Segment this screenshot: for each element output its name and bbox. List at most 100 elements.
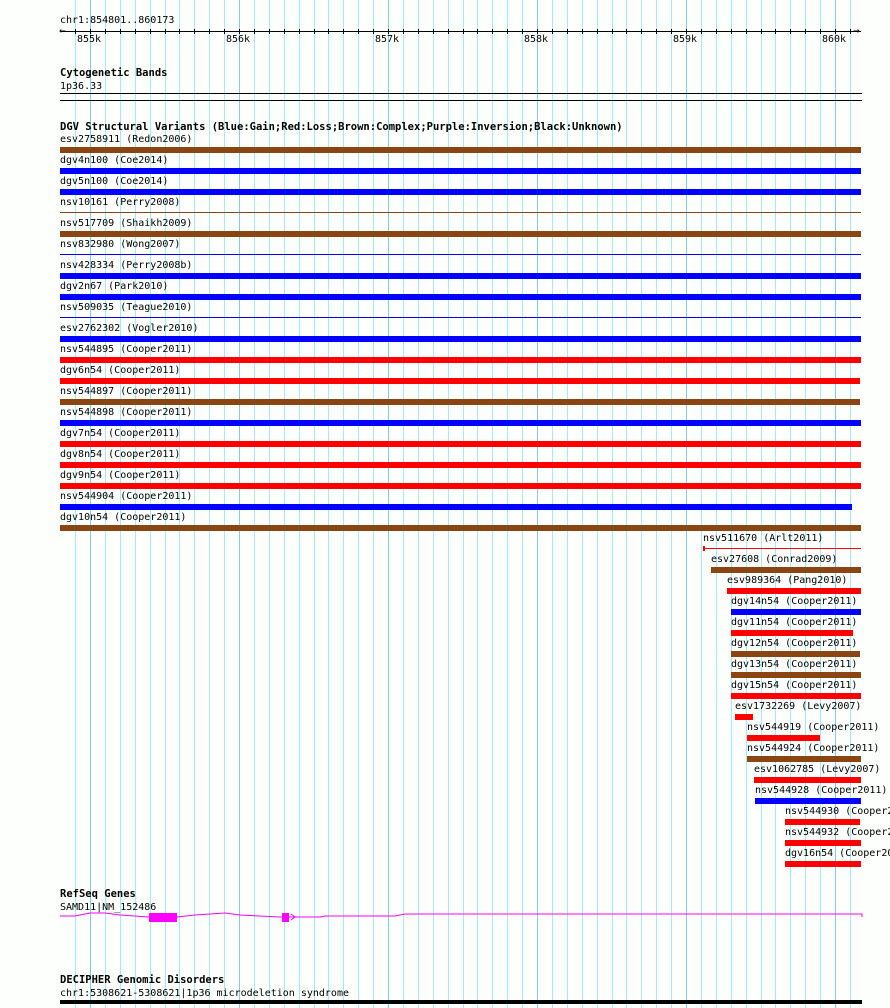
variant-label[interactable]: nsv428334 (Perry2008b) (60, 260, 192, 271)
variant-label[interactable]: nsv544919 (Cooper2011) (747, 722, 879, 733)
ruler-tick (612, 29, 613, 34)
variant-label[interactable]: dgv10n54 (Cooper2011) (60, 512, 186, 523)
ruler-tick (641, 29, 642, 34)
ruler-tick (448, 29, 449, 34)
gene-model[interactable] (0, 905, 890, 930)
ruler-tick (105, 29, 106, 34)
variant-bar[interactable] (60, 420, 861, 426)
ruler-tick (135, 29, 136, 34)
variant-bar[interactable] (60, 462, 861, 468)
variant-label[interactable]: esv27608 (Conrad2009) (711, 554, 837, 565)
variant-bar[interactable] (60, 189, 861, 195)
ruler-tick (477, 29, 478, 34)
variant-label[interactable]: esv1732269 (Levy2007) (735, 701, 861, 712)
variant-label[interactable]: nsv544897 (Cooper2011) (60, 386, 192, 397)
ruler-tick (179, 29, 180, 34)
variant-label[interactable]: nsv517709 (Shaikh2009) (60, 218, 192, 229)
variant-bar[interactable] (735, 714, 753, 720)
band-line[interactable] (60, 93, 862, 94)
variant-label[interactable]: nsv511670 (Arlt2011) (703, 533, 823, 544)
variant-label[interactable]: dgv13n54 (Cooper2011) (731, 659, 857, 670)
variant-bar[interactable] (731, 630, 853, 636)
variant-bar[interactable] (703, 548, 861, 549)
variant-bar[interactable] (60, 483, 861, 489)
variant-label[interactable]: dgv8n54 (Cooper2011) (60, 449, 180, 460)
variant-bar[interactable] (60, 273, 861, 279)
variant-bar[interactable] (754, 777, 861, 783)
variant-bar[interactable] (60, 317, 861, 318)
variant-label[interactable]: dgv2n67 (Park2010) (60, 281, 168, 292)
gene-exon[interactable] (149, 913, 178, 922)
variant-label[interactable]: nsv544895 (Cooper2011) (60, 344, 192, 355)
variant-label[interactable]: dgv12n54 (Cooper2011) (731, 638, 857, 649)
variant-bar[interactable] (60, 212, 861, 213)
ruler-tick (254, 29, 255, 34)
variant-bar[interactable] (60, 399, 860, 405)
ruler-tick (194, 29, 195, 34)
variant-bar[interactable] (711, 567, 861, 573)
variant-bar[interactable] (60, 231, 861, 237)
variant-label[interactable]: nsv509035 (Teague2010) (60, 302, 192, 313)
variant-bar[interactable] (731, 651, 860, 657)
ruler-tick (492, 29, 493, 34)
variant-label[interactable]: nsv544928 (Cooper2011) (755, 785, 887, 796)
variant-bar[interactable] (755, 798, 861, 804)
variant-label[interactable]: nsv832980 (Wong2007) (60, 239, 180, 250)
ruler-tick (626, 29, 627, 34)
variant-label[interactable]: dgv14n54 (Cooper2011) (731, 596, 857, 607)
variant-label[interactable]: nsv544924 (Cooper2011) (747, 743, 879, 754)
ruler-tick (805, 29, 806, 34)
variant-label[interactable]: nsv544932 (Cooper2011) (785, 827, 890, 838)
variant-label[interactable]: dgv11n54 (Cooper2011) (731, 617, 857, 628)
ruler-tick (820, 29, 821, 34)
variant-label[interactable]: nsv544898 (Cooper2011) (60, 407, 192, 418)
variant-bar[interactable] (60, 294, 861, 300)
ruler-tick (120, 29, 121, 34)
ruler-tick (790, 29, 791, 34)
variant-label[interactable]: nsv544904 (Cooper2011) (60, 491, 192, 502)
disorder-label[interactable]: chr1:5308621-5308621|1p36 microdeletion … (60, 988, 349, 999)
variant-bar[interactable] (747, 756, 861, 762)
scroll-right-arrow-icon[interactable]: → (853, 25, 860, 36)
variant-bar[interactable] (785, 861, 861, 867)
variant-label[interactable]: esv989364 (Pang2010) (727, 575, 847, 586)
variant-label[interactable]: dgv7n54 (Cooper2011) (60, 428, 180, 439)
variant-bar[interactable] (60, 504, 852, 510)
variant-bar[interactable] (60, 441, 861, 447)
variant-label[interactable]: dgv6n54 (Cooper2011) (60, 365, 180, 376)
variant-label[interactable]: esv2762302 (Vogler2010) (60, 323, 198, 334)
variant-label[interactable]: dgv5n100 (Coe2014) (60, 176, 168, 187)
ruler-tick (761, 29, 762, 34)
variant-label[interactable]: dgv4n100 (Coe2014) (60, 155, 168, 166)
variant-bar[interactable] (60, 357, 861, 363)
variant-label[interactable]: esv2758911 (Redon2006) (60, 134, 192, 145)
variant-bar[interactable] (60, 378, 860, 384)
variant-bar[interactable] (60, 336, 861, 342)
ruler-tick (165, 29, 166, 34)
ruler-tick-label: 860k (822, 34, 847, 45)
variant-bar[interactable] (747, 735, 820, 741)
variant-bar[interactable] (731, 693, 861, 699)
variant-bar[interactable] (60, 168, 861, 174)
ruler-tick (284, 29, 285, 34)
variant-label[interactable]: nsv10161 (Perry2008) (60, 197, 180, 208)
variant-bar[interactable] (60, 525, 861, 531)
variant-bar[interactable] (731, 672, 861, 678)
variant-label[interactable]: dgv9n54 (Cooper2011) (60, 470, 180, 481)
variant-bar[interactable] (731, 609, 861, 615)
variant-bar[interactable] (785, 840, 861, 846)
variant-bar[interactable] (727, 588, 861, 594)
band-line[interactable] (60, 100, 862, 101)
variant-bar[interactable] (60, 254, 861, 255)
ruler-tick (522, 29, 523, 34)
variant-label[interactable]: dgv15n54 (Cooper2011) (731, 680, 857, 691)
gene-exon[interactable] (282, 913, 290, 922)
ruler-tick (224, 29, 225, 34)
scroll-left-arrow-icon[interactable]: ← (59, 25, 66, 36)
variant-bar[interactable] (60, 147, 861, 153)
variant-label[interactable]: nsv544930 (Cooper2011) (785, 806, 890, 817)
variant-bar[interactable] (785, 819, 860, 825)
disorder-bar[interactable] (60, 1000, 862, 1004)
variant-label[interactable]: dgv16n54 (Cooper2011) (785, 848, 890, 859)
variant-label[interactable]: esv1062785 (Levy2007) (754, 764, 880, 775)
